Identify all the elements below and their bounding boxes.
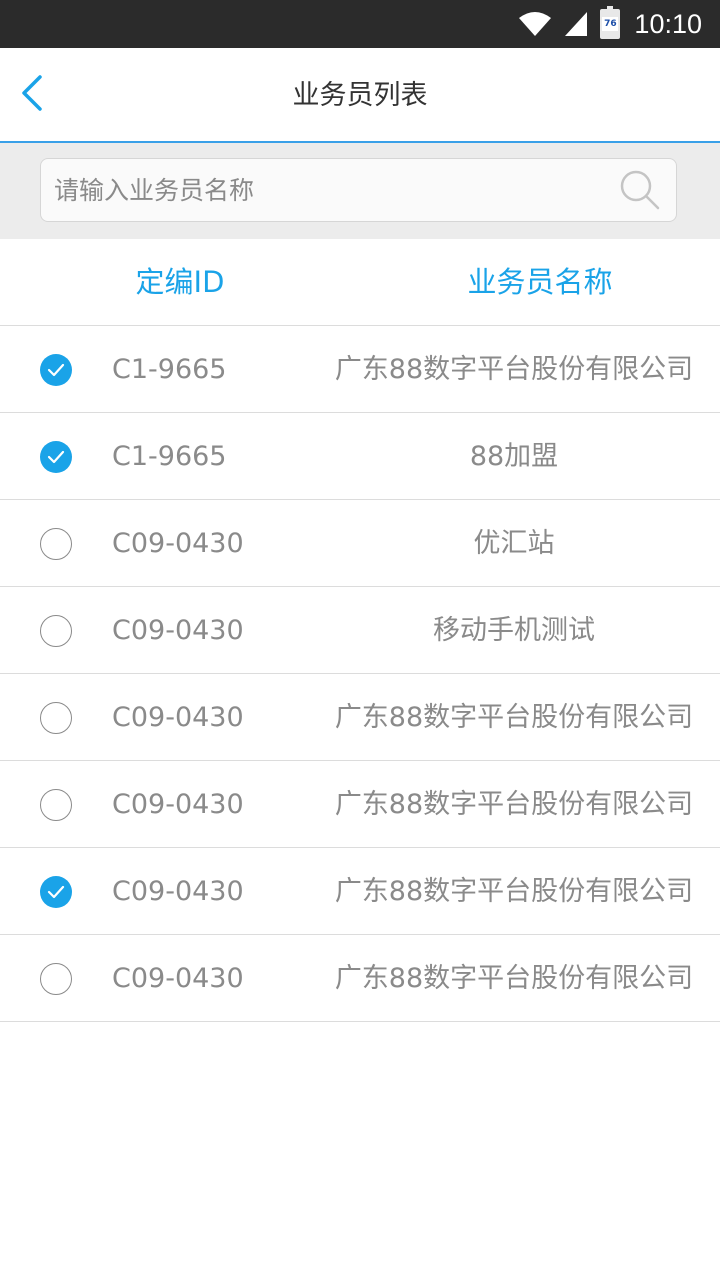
list-item[interactable]: C1-9665 广东88数字平台股份有限公司 (0, 326, 720, 413)
row-id: C09-0430 (112, 876, 244, 907)
list-item[interactable]: C1-9665 88加盟 (0, 413, 720, 500)
search-input[interactable] (41, 159, 616, 221)
list-item[interactable]: C09-0430 广东88数字平台股份有限公司 (0, 674, 720, 761)
row-name: 广东88数字平台股份有限公司 (334, 354, 694, 385)
row-id: C09-0430 (112, 789, 244, 820)
row-checkbox[interactable] (40, 441, 72, 473)
column-header-id: 定编ID (135, 265, 225, 299)
check-icon (47, 363, 65, 377)
row-id: C09-0430 (112, 615, 244, 646)
signal-icon (564, 11, 588, 37)
row-name: 优汇站 (473, 528, 555, 559)
row-name: 88加盟 (469, 441, 559, 472)
search-area (0, 143, 720, 239)
row-name: 广东88数字平台股份有限公司 (334, 876, 694, 907)
status-time: 10:10 (634, 8, 702, 39)
row-checkbox[interactable] (40, 702, 72, 734)
status-bar: 76 10:10 (0, 0, 720, 48)
column-header-name: 业务员名称 (467, 265, 613, 299)
page-title: 业务员列表 (292, 80, 428, 111)
check-icon (47, 885, 65, 899)
search-box (40, 158, 677, 222)
list-item[interactable]: C09-0430 移动手机测试 (0, 587, 720, 674)
row-id: C1-9665 (112, 354, 227, 385)
column-headers: 定编ID 业务员名称 (0, 239, 720, 326)
list-item[interactable]: C09-0430 优汇站 (0, 500, 720, 587)
list-item[interactable]: C09-0430 广东88数字平台股份有限公司 (0, 848, 720, 935)
row-name: 广东88数字平台股份有限公司 (334, 789, 694, 820)
row-id: C09-0430 (112, 702, 244, 733)
check-icon (47, 450, 65, 464)
battery-level: 76 (602, 17, 619, 31)
wifi-icon (518, 11, 552, 37)
row-checkbox[interactable] (40, 354, 72, 386)
row-name: 移动手机测试 (433, 615, 595, 646)
salesman-list: C1-9665 广东88数字平台股份有限公司 C1-9665 88加盟 C09-… (0, 326, 720, 1022)
battery-icon: 76 (600, 6, 621, 39)
row-name: 广东88数字平台股份有限公司 (334, 702, 694, 733)
header: 业务员列表 (0, 48, 720, 143)
row-id: C1-9665 (112, 441, 227, 472)
row-checkbox[interactable] (40, 876, 72, 908)
row-name: 广东88数字平台股份有限公司 (334, 963, 694, 994)
row-id: C09-0430 (112, 528, 244, 559)
row-checkbox[interactable] (40, 528, 72, 560)
back-button[interactable] (12, 72, 52, 118)
row-checkbox[interactable] (40, 615, 72, 647)
search-icon[interactable] (616, 166, 664, 214)
row-checkbox[interactable] (40, 789, 72, 821)
list-item[interactable]: C09-0430 广东88数字平台股份有限公司 (0, 761, 720, 848)
row-checkbox[interactable] (40, 963, 72, 995)
list-item[interactable]: C09-0430 广东88数字平台股份有限公司 (0, 935, 720, 1022)
row-id: C09-0430 (112, 963, 244, 994)
chevron-left-icon (20, 74, 44, 116)
